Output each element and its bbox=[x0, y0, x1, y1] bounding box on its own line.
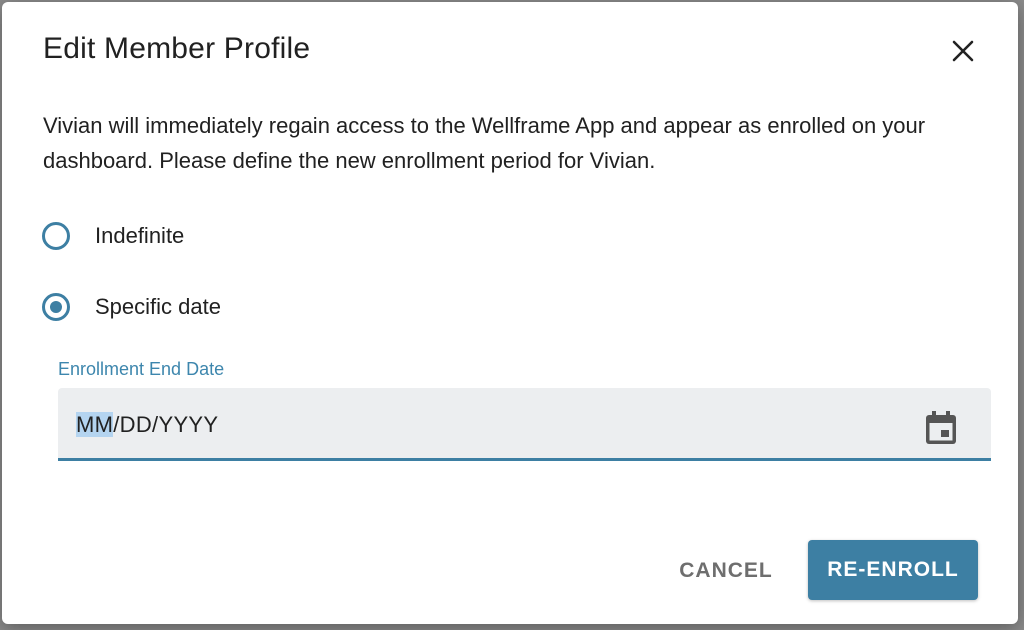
radio-label-specific-date: Specific date bbox=[95, 294, 221, 319]
calendar-button[interactable] bbox=[924, 410, 958, 446]
enrollment-end-date-label: Enrollment End Date bbox=[58, 359, 225, 379]
cancel-button[interactable]: CANCEL bbox=[666, 542, 786, 600]
radio-option-indefinite[interactable]: Indefinite bbox=[42, 222, 184, 250]
dialog-description: Vivian will immediately regain access to… bbox=[43, 113, 926, 173]
close-icon bbox=[952, 40, 974, 62]
date-rest-segment[interactable]: /DD/YYYY bbox=[113, 412, 218, 437]
re-enroll-button[interactable]: RE-ENROLL bbox=[808, 540, 978, 600]
close-button[interactable] bbox=[946, 34, 980, 68]
radio-indefinite[interactable] bbox=[42, 222, 70, 250]
edit-member-profile-dialog: Edit Member Profile Vivian will immediat… bbox=[2, 2, 1018, 624]
radio-specific-date[interactable] bbox=[42, 293, 70, 321]
date-input-value[interactable]: MM/DD/YYYY bbox=[76, 412, 218, 438]
radio-option-specific-date[interactable]: Specific date bbox=[42, 293, 221, 321]
enrollment-end-date-input[interactable]: MM/DD/YYYY bbox=[58, 388, 991, 461]
calendar-icon bbox=[926, 411, 956, 444]
date-month-segment[interactable]: MM bbox=[76, 412, 114, 437]
dialog-title: Edit Member Profile bbox=[43, 32, 311, 65]
radio-label-indefinite: Indefinite bbox=[95, 223, 185, 248]
